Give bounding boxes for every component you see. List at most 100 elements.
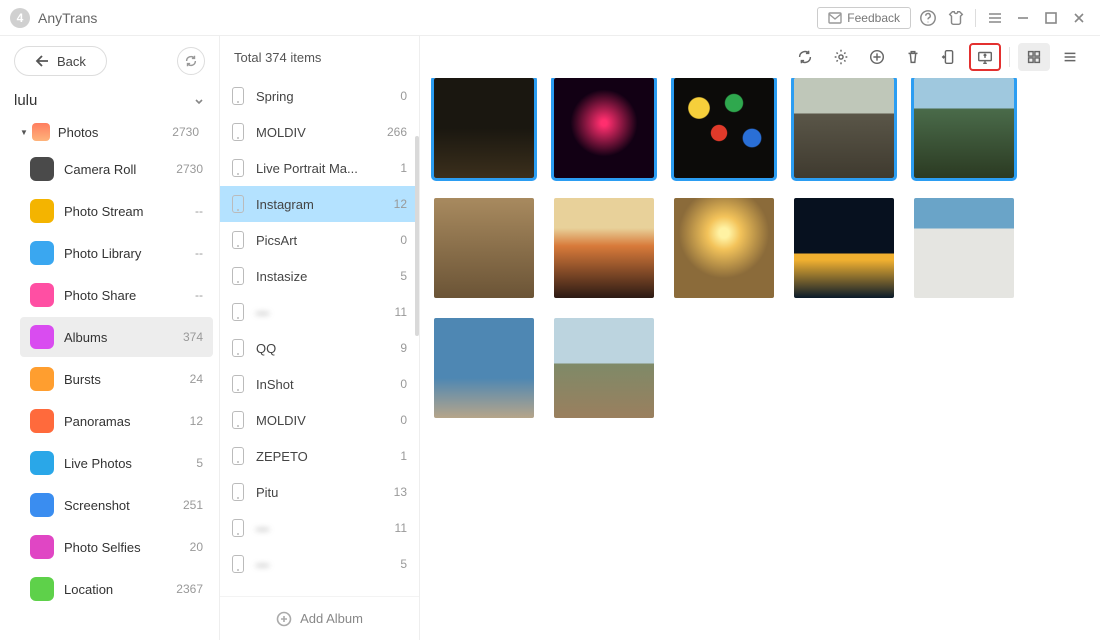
sidebar-item-location[interactable]: Location 2367 (20, 569, 213, 609)
album-row[interactable]: InShot0 (220, 366, 419, 402)
album-count: 11 (395, 305, 407, 319)
add-album-button[interactable]: Add Album (220, 596, 419, 640)
album-row[interactable]: PicsArt0 (220, 222, 419, 258)
close-icon[interactable] (1068, 7, 1090, 29)
device-icon (232, 159, 244, 177)
sidebar-item-live-photos[interactable]: Live Photos5 (20, 443, 213, 483)
photo-thumbnail[interactable] (434, 198, 534, 298)
feedback-button[interactable]: Feedback (817, 7, 911, 29)
sidebar-item-camera-roll[interactable]: Camera Roll2730 (20, 149, 213, 189)
photo-thumbnail[interactable] (794, 78, 894, 178)
device-row[interactable]: lulu (0, 84, 219, 117)
scrollbar[interactable] (415, 136, 419, 336)
album-row[interactable]: —5 (220, 546, 419, 582)
photo-thumbnail[interactable] (554, 318, 654, 418)
album-row[interactable]: Spring0 (220, 78, 419, 114)
sidebar-item-bursts[interactable]: Bursts24 (20, 359, 213, 399)
album-row[interactable]: —11 (220, 510, 419, 546)
album-count: 1 (400, 449, 407, 463)
album-count: 13 (394, 485, 407, 499)
album-label: — (256, 305, 395, 320)
send-to-device-button[interactable] (933, 43, 965, 71)
device-name: lulu (14, 92, 37, 109)
photo-thumbnail[interactable] (674, 198, 774, 298)
chevron-down-icon (193, 95, 205, 107)
sidebar-sync-button[interactable] (177, 47, 205, 75)
sidebar-item-count: 251 (183, 498, 203, 512)
sidebar-item-screenshot[interactable]: Screenshot251 (20, 485, 213, 525)
sidebar-item-label: Location (64, 582, 113, 597)
album-label: PicsArt (256, 233, 400, 248)
sidebar-item-label: Photo Stream (64, 204, 144, 219)
send-to-pc-button[interactable] (969, 43, 1001, 71)
album-count: 5 (400, 269, 407, 283)
sidebar-item-count: 2730 (176, 162, 203, 176)
category-icon (30, 577, 54, 601)
device-icon (232, 375, 244, 393)
album-label: Instasize (256, 269, 400, 284)
album-row[interactable]: —11 (220, 294, 419, 330)
album-row[interactable]: Instagram12 (220, 186, 419, 222)
sidebar-item-panoramas[interactable]: Panoramas12 (20, 401, 213, 441)
sidebar-item-label: Bursts (64, 372, 101, 387)
album-count: 11 (395, 521, 407, 535)
sidebar-item-label: Photo Selfies (64, 540, 141, 555)
maximize-icon[interactable] (1040, 7, 1062, 29)
photo-thumbnail[interactable] (434, 78, 534, 178)
device-icon (232, 447, 244, 465)
menu-icon[interactable] (984, 7, 1006, 29)
sidebar-item-count: -- (195, 288, 203, 302)
sidebar-item-photo-library[interactable]: Photo Library-- (20, 233, 213, 273)
tree-root-photos[interactable]: ▼ Photos 2730 (6, 117, 213, 147)
grid-view-button[interactable] (1018, 43, 1050, 71)
delete-button[interactable] (897, 43, 929, 71)
photo-thumbnail[interactable] (434, 318, 534, 418)
app-title: AnyTrans (38, 10, 97, 26)
add-button[interactable] (861, 43, 893, 71)
album-count: 1 (400, 161, 407, 175)
back-button[interactable]: Back (14, 46, 107, 76)
album-row[interactable]: QQ9 (220, 330, 419, 366)
sidebar: Back lulu ▼ Photos 2730 Camera Roll2730P… (0, 36, 220, 640)
sidebar-item-label: Live Photos (64, 456, 132, 471)
app-logo-icon: 4 (10, 8, 30, 28)
plus-circle-icon (276, 611, 292, 627)
photo-thumbnail[interactable] (914, 198, 1014, 298)
album-row[interactable]: MOLDIV266 (220, 114, 419, 150)
category-icon (30, 367, 54, 391)
sidebar-item-count: -- (195, 204, 203, 218)
list-view-button[interactable] (1054, 43, 1086, 71)
settings-button[interactable] (825, 43, 857, 71)
album-column: Total 374 items Spring0MOLDIV266Live Por… (220, 36, 420, 640)
album-row[interactable]: Instasize5 (220, 258, 419, 294)
album-label: MOLDIV (256, 125, 387, 140)
album-label: ZEPETO (256, 449, 400, 464)
photo-thumbnail[interactable] (794, 198, 894, 298)
tree-root-count: 2730 (172, 125, 199, 139)
device-icon (232, 555, 244, 573)
album-row[interactable]: MOLDIV0 (220, 402, 419, 438)
skin-icon[interactable] (945, 7, 967, 29)
photo-thumbnail[interactable] (914, 78, 1014, 178)
photo-thumbnail[interactable] (554, 78, 654, 178)
category-icon (30, 493, 54, 517)
sidebar-item-count: 2367 (176, 582, 203, 596)
album-count: 0 (400, 413, 407, 427)
album-row[interactable]: Pitu13 (220, 474, 419, 510)
sidebar-item-albums[interactable]: Albums374 (20, 317, 213, 357)
album-row[interactable]: Live Portrait Ma...1 (220, 150, 419, 186)
photo-thumbnail[interactable] (554, 198, 654, 298)
sidebar-item-photo-stream[interactable]: Photo Stream -- (20, 191, 213, 231)
category-icon (30, 199, 54, 223)
minimize-icon[interactable] (1012, 7, 1034, 29)
help-icon[interactable] (917, 7, 939, 29)
album-row[interactable]: ZEPETO1 (220, 438, 419, 474)
sidebar-item-photo-selfies[interactable]: Photo Selfies 20 (20, 527, 213, 567)
sidebar-item-count: 20 (190, 540, 203, 554)
photo-thumbnail[interactable] (674, 78, 774, 178)
refresh-button[interactable] (789, 43, 821, 71)
sidebar-item-count: 12 (190, 414, 203, 428)
sidebar-item-label: Photo Library (64, 246, 141, 261)
sidebar-item-photo-share[interactable]: Photo Share-- (20, 275, 213, 315)
album-label: MOLDIV (256, 413, 400, 428)
